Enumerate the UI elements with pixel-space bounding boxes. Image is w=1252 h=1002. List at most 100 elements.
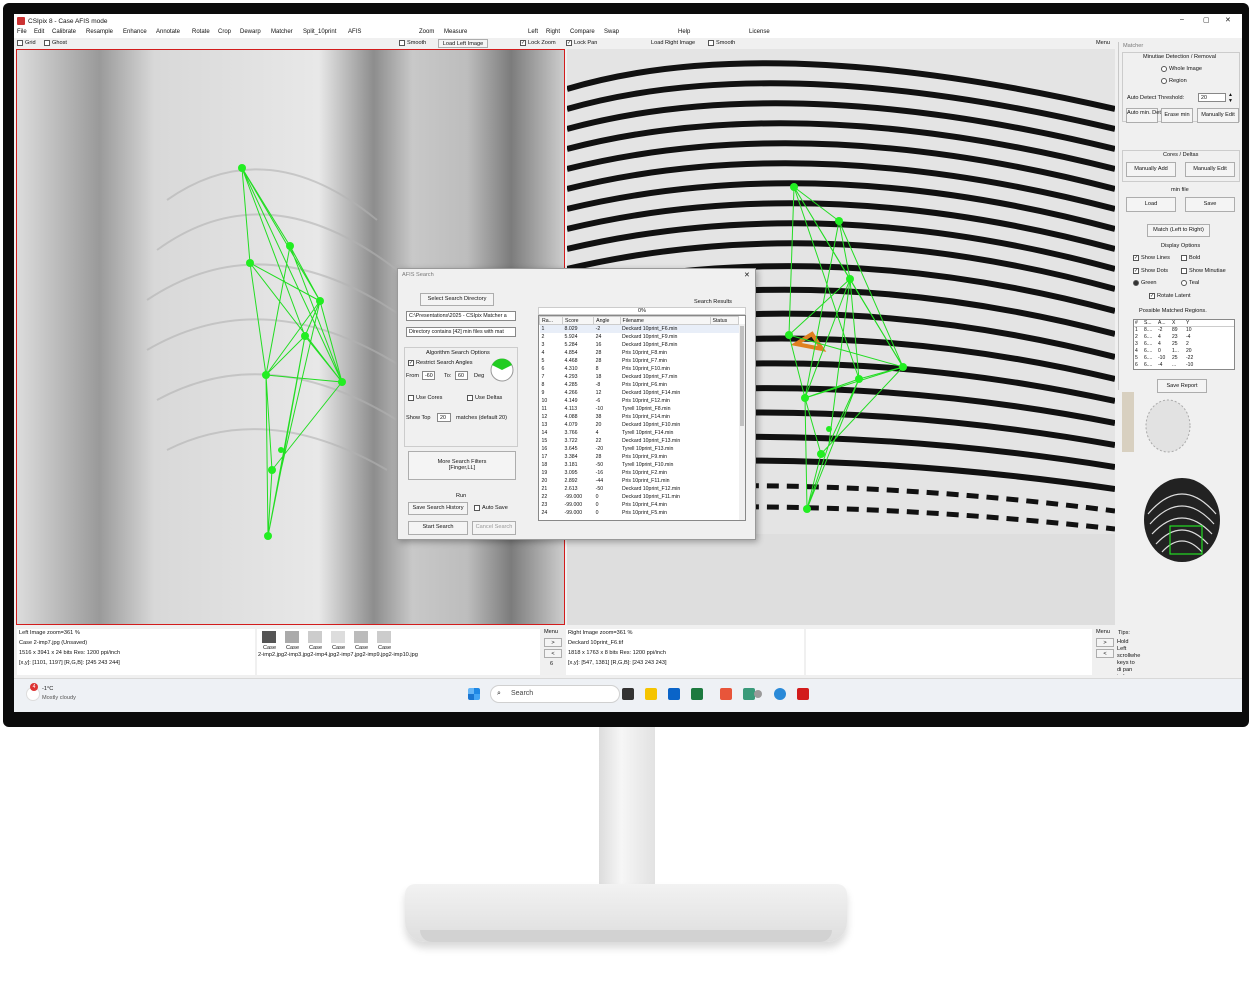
use-deltas-checkbox[interactable]: Use Deltas: [467, 395, 502, 401]
threshold-spinner[interactable]: ▲ ▼: [1228, 92, 1233, 104]
show-top-input[interactable]: 20: [437, 413, 451, 422]
menu-matcher[interactable]: Matcher: [271, 29, 293, 35]
ghost-checkbox[interactable]: Ghost: [44, 40, 67, 46]
bottom-menu-right[interactable]: Menu: [1096, 629, 1110, 635]
menu-crop[interactable]: Crop: [218, 29, 231, 35]
select-search-directory-button[interactable]: Select Search Directory: [420, 293, 494, 306]
teal-radio[interactable]: Teal: [1181, 280, 1199, 286]
afis-close-icon[interactable]: ✕: [744, 271, 750, 279]
bottom-menu-left[interactable]: Menu: [544, 629, 558, 635]
col-status[interactable]: Status: [709, 316, 740, 325]
show-lines-checkbox[interactable]: ✓ Show Lines: [1133, 255, 1170, 261]
menu-compare[interactable]: Compare: [570, 29, 595, 35]
menu-license[interactable]: License: [749, 29, 770, 35]
to-angle-input[interactable]: 60: [455, 371, 468, 380]
table-row[interactable]: 7 4.293 18 Deckard 10print_F7.min: [540, 373, 739, 381]
table-row[interactable]: 3 6.... 4 25 2: [1134, 341, 1234, 348]
thumb-5[interactable]: [354, 631, 368, 643]
col-rank[interactable]: Ra...: [539, 316, 564, 325]
browser-icon[interactable]: [774, 688, 786, 700]
green-radio[interactable]: Green: [1133, 280, 1157, 286]
brave-icon[interactable]: [720, 688, 732, 700]
manually-edit-minutiae-button[interactable]: Manually Edit: [1197, 108, 1239, 123]
table-row[interactable]: 11 4.113 -10 Tyrell 10print_F8.min: [540, 405, 739, 413]
use-cores-checkbox[interactable]: Use Cores: [408, 395, 442, 401]
menu-split-10print[interactable]: Split_10print: [303, 29, 336, 35]
latent-thumbnail[interactable]: [1138, 394, 1198, 454]
thumb-1[interactable]: [262, 631, 276, 643]
bold-checkbox[interactable]: Bold: [1181, 255, 1200, 261]
outlook-icon[interactable]: [668, 688, 680, 700]
menu-enhance[interactable]: Enhance: [123, 29, 147, 35]
directory-path-field[interactable]: C:\Presentations\2025 - CSIpix Matcher a: [406, 311, 516, 321]
smooth-left-checkbox[interactable]: Smooth: [399, 40, 426, 46]
table-row[interactable]: 6 4.310 8 Pris 10print_F10.min: [540, 365, 739, 373]
table-row[interactable]: 10 4.149 -6 Pris 10print_F12.min: [540, 397, 739, 405]
from-angle-input[interactable]: -60: [422, 371, 435, 380]
col-angle[interactable]: Angle: [593, 316, 621, 325]
region-radio[interactable]: Region: [1161, 78, 1187, 84]
app-icon-gray[interactable]: [754, 690, 762, 698]
match-left-to-right-button[interactable]: Match (Left to Right): [1147, 224, 1210, 237]
next-right-button[interactable]: >: [1096, 638, 1114, 647]
grid-checkbox[interactable]: Grid: [17, 40, 36, 46]
save-min-button[interactable]: Save: [1185, 197, 1235, 212]
menu-swap[interactable]: Swap: [604, 29, 619, 35]
col-score[interactable]: Score: [562, 316, 595, 325]
cancel-search-button[interactable]: Cancel Search: [472, 521, 516, 535]
more-search-filters-button[interactable]: More Search Filters [Finger,LL]: [408, 451, 516, 480]
manually-edit-cores-button[interactable]: Manually Edit: [1185, 162, 1235, 177]
search-results-table[interactable]: Ra... Score Angle Filename Status 1 8.029…: [538, 315, 746, 521]
minimize-button[interactable]: –: [1180, 16, 1184, 23]
table-row[interactable]: 4 4.854 28 Pris 10print_F8.min: [540, 349, 739, 357]
table-row[interactable]: 3 5.284 16 Deckard 10print_F8.min: [540, 341, 739, 349]
smooth-right-checkbox[interactable]: Smooth: [708, 40, 735, 46]
next-left-button[interactable]: >: [544, 638, 562, 647]
table-row[interactable]: 16 3.645 -20 Tyrell 10print_F13.min: [540, 445, 739, 453]
table-row[interactable]: 17 3.384 28 Pris 10print_F9.min: [540, 453, 739, 461]
menu-help[interactable]: Help: [678, 29, 690, 35]
right-thumbnail-strip[interactable]: [806, 629, 1092, 675]
menu-measure[interactable]: Measure: [444, 29, 467, 35]
auto-min-detect-button[interactable]: Auto min. Detect: [1126, 108, 1168, 123]
manually-add-button[interactable]: Manually Add: [1126, 162, 1176, 177]
menu-afis[interactable]: AFIS: [348, 29, 361, 35]
lock-pan-checkbox[interactable]: ✓ Lock Pan: [566, 40, 597, 46]
menu-rotate[interactable]: Rotate: [192, 29, 210, 35]
table-row[interactable]: 1 8.029 -2 Deckard 10print_F6.min: [539, 324, 739, 333]
menu-zoom[interactable]: Zoom: [419, 29, 434, 35]
taskbar-search[interactable]: ⌕ Search: [490, 685, 620, 703]
results-scrollbar[interactable]: [739, 324, 745, 520]
start-search-button[interactable]: Start Search: [408, 521, 468, 535]
table-row[interactable]: 4 6.... 0 1... 20: [1134, 348, 1234, 355]
thumb-3[interactable]: [308, 631, 322, 643]
table-row[interactable]: 21 2.613 -50 Deckard 10print_F12.min: [540, 485, 739, 493]
tenprint-thumbnail[interactable]: [1136, 474, 1226, 574]
menu-left[interactable]: Left: [528, 29, 538, 35]
acrobat-icon[interactable]: [797, 688, 809, 700]
menu-right[interactable]: Right: [546, 29, 560, 35]
thumb-6[interactable]: [377, 631, 391, 643]
threshold-input[interactable]: 20: [1198, 93, 1226, 102]
table-row[interactable]: 18 3.181 -50 Tyrell 10print_F10.min: [540, 461, 739, 469]
lock-zoom-checkbox[interactable]: ✓ Lock Zoom: [520, 40, 556, 46]
show-dots-checkbox[interactable]: ✓ Show Dots: [1133, 268, 1168, 274]
menu-dewarp[interactable]: Dewarp: [240, 29, 261, 35]
excel-icon[interactable]: [691, 688, 703, 700]
col-filename[interactable]: Filename: [619, 316, 711, 325]
menu-annotate[interactable]: Annotate: [156, 29, 180, 35]
table-row[interactable]: 9 4.266 12 Deckard 10print_F14.min: [540, 389, 739, 397]
save-report-button[interactable]: Save Report: [1157, 379, 1207, 393]
save-search-history-button[interactable]: Save Search History: [408, 502, 468, 515]
table-row[interactable]: 6 6.... -4... -10: [1134, 362, 1234, 369]
task-view-icon[interactable]: [622, 688, 634, 700]
table-row[interactable]: 15 3.722 22 Deckard 10print_F13.min: [540, 437, 739, 445]
table-row[interactable]: 2 5.924 24 Deckard 10print_F9.min: [540, 333, 739, 341]
table-row[interactable]: 12 4.088 38 Pris 10print_F14.min: [540, 413, 739, 421]
menu-edit[interactable]: Edit: [34, 29, 44, 35]
regions-table[interactable]: # S... A... X Y 1 8.... -2 89 10 2 6.... 4 23 -4 3 6...…: [1133, 319, 1235, 370]
table-row[interactable]: 20 2.892 -44 Pris 10print_F11.min: [540, 477, 739, 485]
table-row[interactable]: 19 3.095 -16 Pris 10print_F2.min: [540, 469, 739, 477]
maximize-button[interactable]: ▢: [1203, 16, 1210, 24]
table-row[interactable]: 5 6.... -10 25 -22: [1134, 355, 1234, 362]
